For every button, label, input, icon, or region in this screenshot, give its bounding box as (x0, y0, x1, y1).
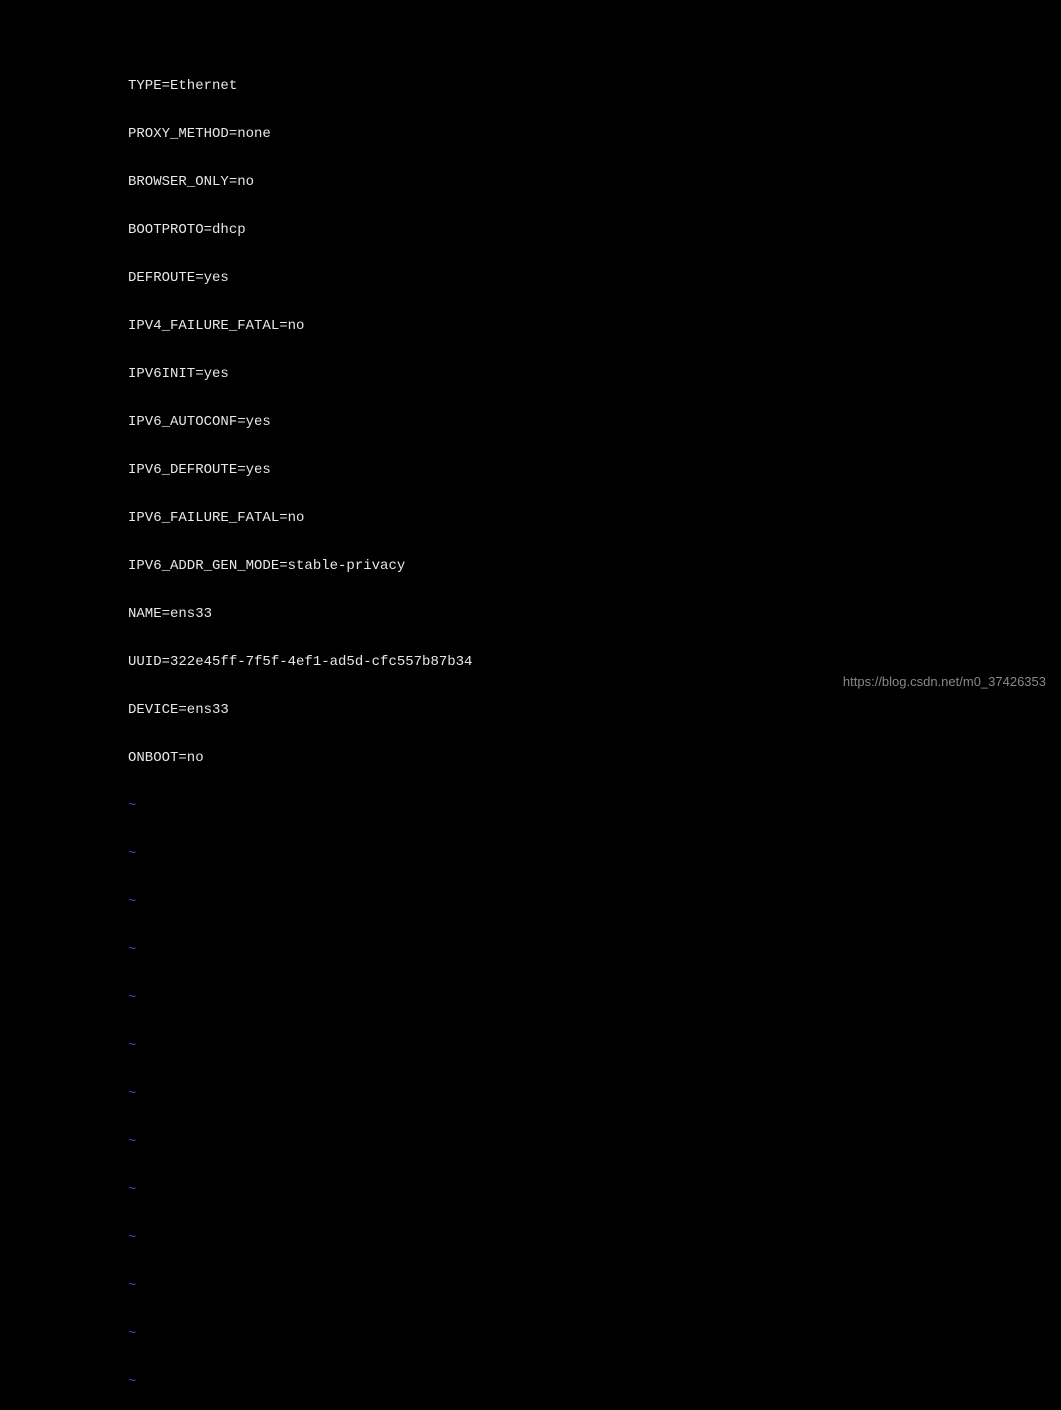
config-line: BOOTPROTO=dhcp (128, 222, 1061, 238)
config-line: PROXY_METHOD=none (128, 126, 1061, 142)
config-line: IPV6_AUTOCONF=yes (128, 414, 1061, 430)
config-line: DEVICE=ens33 (128, 702, 1061, 718)
config-line: NAME=ens33 (128, 606, 1061, 622)
config-line: UUID=322e45ff-7f5f-4ef1-ad5d-cfc557b87b3… (128, 654, 1061, 670)
config-line: IPV6INIT=yes (128, 366, 1061, 382)
config-line: DEFROUTE=yes (128, 270, 1061, 286)
empty-line-tilde: ~ (128, 894, 1061, 910)
empty-line-tilde: ~ (128, 1374, 1061, 1390)
empty-line-tilde: ~ (128, 942, 1061, 958)
empty-line-tilde: ~ (128, 1134, 1061, 1150)
config-line: IPV6_ADDR_GEN_MODE=stable-privacy (128, 558, 1061, 574)
empty-line-tilde: ~ (128, 1182, 1061, 1198)
empty-line-tilde: ~ (128, 1278, 1061, 1294)
empty-line-tilde: ~ (128, 990, 1061, 1006)
empty-line-tilde: ~ (128, 1326, 1061, 1342)
config-line: ONBOOT=no (128, 750, 1061, 766)
config-line: IPV4_FAILURE_FATAL=no (128, 318, 1061, 334)
watermark-text: https://blog.csdn.net/m0_37426353 (843, 674, 1046, 690)
empty-line-tilde: ~ (128, 846, 1061, 862)
empty-line-tilde: ~ (128, 1230, 1061, 1246)
config-line: TYPE=Ethernet (128, 78, 1061, 94)
empty-line-tilde: ~ (128, 1038, 1061, 1054)
config-line: IPV6_DEFROUTE=yes (128, 462, 1061, 478)
config-line: IPV6_FAILURE_FATAL=no (128, 510, 1061, 526)
empty-line-tilde: ~ (128, 1086, 1061, 1102)
config-line: BROWSER_ONLY=no (128, 174, 1061, 190)
terminal-editor[interactable]: TYPE=Ethernet PROXY_METHOD=none BROWSER_… (0, 0, 1061, 1410)
empty-line-tilde: ~ (128, 798, 1061, 814)
